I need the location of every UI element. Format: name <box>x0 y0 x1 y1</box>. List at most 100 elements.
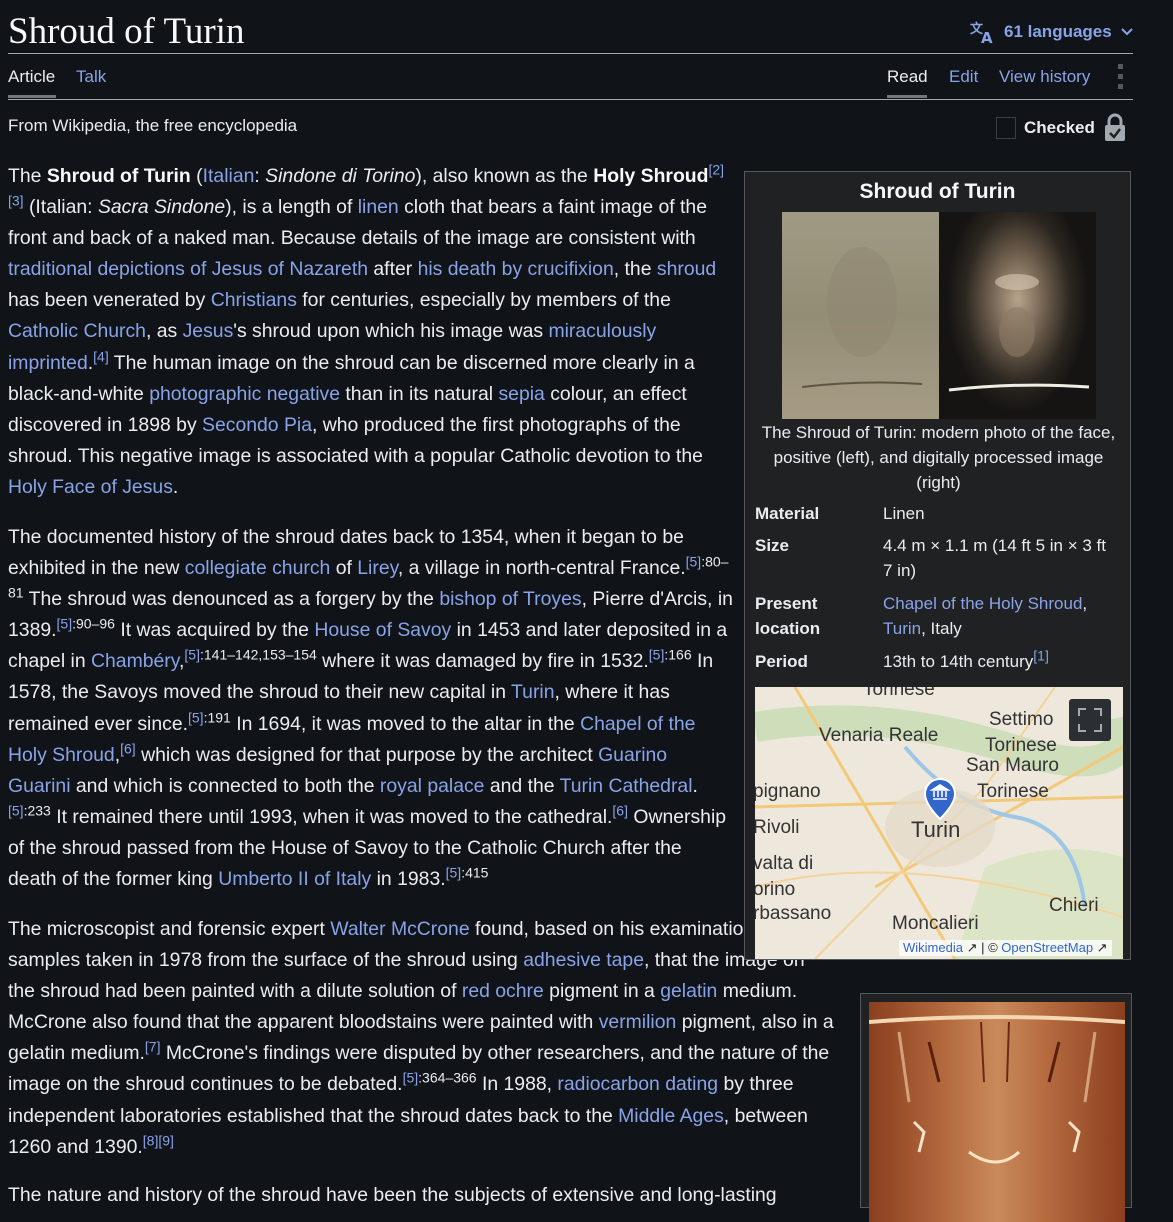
ref-link[interactable]: [5] <box>188 709 204 725</box>
link-red-ochre[interactable]: red ochre <box>462 980 544 1002</box>
link-walter-mccrone[interactable]: Walter McCrone <box>330 918 469 940</box>
link-turin-cathedral[interactable]: Turin Cathedral <box>560 775 693 797</box>
ref-link[interactable]: [5] <box>8 802 24 818</box>
ref-link[interactable]: [5] <box>57 616 73 632</box>
infobox: Shroud of Turin The Shroud of Turin: mod… <box>744 171 1131 960</box>
link-chambery[interactable]: Chambéry <box>91 650 179 672</box>
ref-link[interactable]: [6] <box>120 740 136 756</box>
map-label: rbassano <box>755 903 832 924</box>
article-paragraph-4: The nature and history of the shroud hav… <box>8 1184 777 1206</box>
link-crucifixion[interactable]: his death by crucifixion <box>418 258 614 280</box>
size-value: 4.4 m × 1.1 m (14 ft 5 in × 3 ft 7 in) <box>883 536 1107 580</box>
link-lirey[interactable]: Lirey <box>357 557 398 579</box>
link-radiocarbon-dating[interactable]: radiocarbon dating <box>557 1073 718 1095</box>
infobox-caption: The Shroud of Turin: modern photo of the… <box>761 423 1116 492</box>
link-bishop-of-troyes[interactable]: bishop of Troyes <box>439 588 581 610</box>
link-vermilion[interactable]: vermilion <box>599 1011 677 1033</box>
ref-link[interactable]: [4] <box>93 348 109 364</box>
ref-link[interactable]: [7] <box>145 1039 161 1055</box>
tab-view-history[interactable]: View history <box>999 67 1090 87</box>
link-italian[interactable]: Italian <box>203 165 255 187</box>
checked-label: Checked <box>1024 118 1095 137</box>
link-sepia[interactable]: sepia <box>498 383 544 405</box>
article-paragraph-3: The microscopist and forensic expert Wal… <box>8 918 834 1158</box>
period-value: 13th to 14th century[1] <box>883 647 1049 671</box>
language-selector[interactable]: 文 A 61 languages <box>970 20 1134 44</box>
link-linen[interactable]: linen <box>358 196 399 218</box>
map-label: Moncalieri <box>892 913 979 934</box>
ref-link[interactable]: [5] <box>446 865 462 881</box>
full-shroud-image[interactable] <box>869 1002 1125 1222</box>
fullscreen-button[interactable] <box>1069 699 1111 741</box>
chevron-down-icon <box>1121 28 1133 36</box>
map-label: orino <box>755 879 796 900</box>
article-paragraph-1: The Shroud of Turin (Italian: Sindone di… <box>8 161 725 498</box>
shroud-face-positive-image[interactable] <box>782 212 939 419</box>
title-divider <box>8 53 1133 54</box>
link-umberto[interactable]: Umberto II of Italy <box>218 868 371 890</box>
full-shroud-thumbnail[interactable] <box>860 993 1132 1222</box>
material-label: Material <box>755 504 820 523</box>
more-menu-icon[interactable] <box>1118 64 1124 94</box>
map-label: Settimo <box>989 709 1054 730</box>
ref-link[interactable]: [1] <box>1033 647 1049 663</box>
map-label: pignano <box>755 781 821 802</box>
article-paragraph-2: The documented history of the shroud dat… <box>8 526 733 891</box>
link-royal-palace[interactable]: royal palace <box>380 775 485 797</box>
map-attribution: Wikimedia ↗ | © OpenStreetMap ↗ <box>899 940 1112 956</box>
link-collegiate-church[interactable]: collegiate church <box>185 557 331 579</box>
site-subtitle: From Wikipedia, the free encyclopedia <box>8 116 298 135</box>
link-christians[interactable]: Christians <box>211 289 297 311</box>
ref-link[interactable]: [5] <box>184 647 200 663</box>
fullscreen-icon <box>1078 708 1102 732</box>
link-secondo-pia[interactable]: Secondo Pia <box>202 414 312 436</box>
link-adhesive-tape[interactable]: adhesive tape <box>523 949 644 971</box>
link-holy-face[interactable]: Holy Face of Jesus <box>8 476 173 498</box>
location-label: Present location <box>755 594 821 638</box>
tab-read[interactable]: Read <box>887 67 928 87</box>
ref-link[interactable]: [5] <box>403 1070 419 1086</box>
svg-text:A: A <box>981 29 993 44</box>
link-turin-infobox[interactable]: Turin <box>883 619 921 638</box>
map-label: Chieri <box>1049 895 1099 916</box>
link-photographic-negative[interactable]: photographic negative <box>149 383 340 405</box>
map-label: Rivoli <box>755 817 800 838</box>
review-status[interactable]: Checked <box>996 113 1127 143</box>
infobox-title: Shroud of Turin <box>859 180 1016 203</box>
map-pin-icon[interactable] <box>923 777 957 821</box>
link-house-of-savoy[interactable]: House of Savoy <box>314 619 451 641</box>
link-wikimedia[interactable]: Wikimedia <box>903 940 963 955</box>
ref-link[interactable]: [8][9] <box>143 1132 174 1148</box>
bold-term: Holy Shroud <box>593 165 709 187</box>
lock-icon <box>1104 113 1125 141</box>
ref-link[interactable]: [5] <box>686 554 702 570</box>
link-traditional-depictions[interactable]: traditional depictions of Jesus of Nazar… <box>8 258 368 280</box>
shroud-face-negative-image[interactable] <box>939 212 1096 419</box>
location-map[interactable]: Torinese Venaria Reale Settimo Torinese … <box>755 687 1123 959</box>
map-label: Venaria Reale <box>819 725 939 746</box>
link-turin[interactable]: Turin <box>511 681 554 703</box>
link-gelatin[interactable]: gelatin <box>660 980 717 1002</box>
map-label: Torinese <box>977 781 1049 802</box>
checkmark-icon <box>996 117 1016 139</box>
link-chapel-holy-shroud-infobox[interactable]: Chapel of the Holy Shroud <box>883 594 1082 613</box>
link-jesus[interactable]: Jesus <box>183 320 234 342</box>
tab-article[interactable]: Article <box>8 67 55 87</box>
tabs-divider <box>8 99 1133 100</box>
link-middle-ages[interactable]: Middle Ages <box>618 1105 724 1127</box>
tab-edit[interactable]: Edit <box>949 67 978 87</box>
translate-icon: 文 A <box>970 21 993 44</box>
ref-link[interactable]: [6] <box>612 802 628 818</box>
page-title: Shroud of Turin <box>8 11 245 52</box>
period-label: Period <box>755 652 808 671</box>
link-openstreetmap[interactable]: OpenStreetMap <box>1001 940 1093 955</box>
link-shroud[interactable]: shroud <box>657 258 716 280</box>
bold-term: Shroud of Turin <box>46 165 191 187</box>
map-label: Torinese <box>985 735 1057 756</box>
map-label: valta di <box>755 853 814 874</box>
tab-read-indicator <box>887 95 927 98</box>
ref-link[interactable]: [5] <box>649 647 665 663</box>
location-value: Chapel of the Holy Shroud, Turin, Italy <box>883 594 1088 638</box>
tab-talk[interactable]: Talk <box>76 67 106 87</box>
link-catholic-church[interactable]: Catholic Church <box>8 320 146 342</box>
